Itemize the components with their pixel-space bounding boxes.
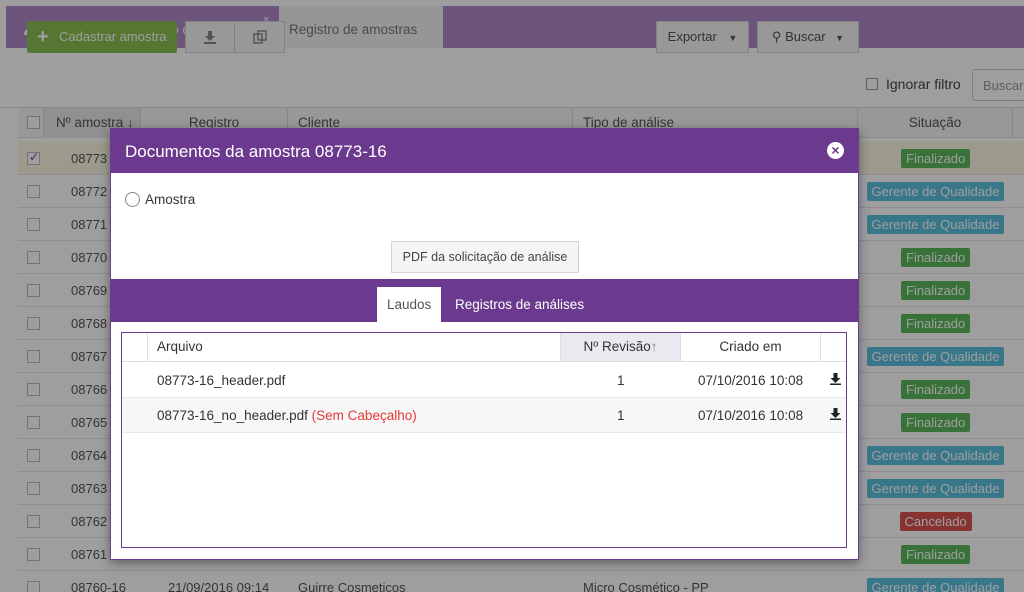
arquivo-filename: 08773-16_no_header.pdf xyxy=(157,408,308,423)
sem-cabecalho-tag: (Sem Cabeçalho) xyxy=(311,408,417,423)
arquivo-name: 08773-16_no_header.pdf (Sem Cabeçalho) xyxy=(157,408,417,423)
pdf-solicitacao-button[interactable]: PDF da solicitação de análise xyxy=(391,241,579,273)
laudos-grid: Arquivo Nº Revisão↑ Criado em 08773-16_h… xyxy=(121,332,847,548)
criado-value: 07/10/2016 10:08 xyxy=(698,408,804,423)
col-criado-em[interactable]: Criado em xyxy=(681,333,821,361)
grid-header: Arquivo Nº Revisão↑ Criado em xyxy=(122,333,846,362)
arquivo-name: 08773-16_header.pdf xyxy=(157,373,286,388)
amostra-radio-label: Amostra xyxy=(145,192,196,207)
revisao-value: 1 xyxy=(617,373,625,388)
revisao-value: 1 xyxy=(617,408,625,423)
tab-laudos[interactable]: Laudos xyxy=(377,287,441,322)
download-icon[interactable] xyxy=(830,373,841,385)
download-icon[interactable] xyxy=(830,408,841,420)
grid-row[interactable]: 08773-16_no_header.pdf (Sem Cabeçalho) 1… xyxy=(122,398,846,433)
grid-header-blank xyxy=(122,333,148,361)
modal-title: Documentos da amostra 08773-16 xyxy=(125,142,387,161)
grid-header-actions xyxy=(821,333,846,361)
documents-modal: Documentos da amostra 08773-16 × Amostra… xyxy=(110,128,859,560)
tab-registros-analises[interactable]: Registros de análises xyxy=(455,287,584,322)
sort-up-icon: ↑ xyxy=(650,339,658,354)
amostra-radio[interactable] xyxy=(125,192,140,207)
col-arquivo[interactable]: Arquivo xyxy=(148,333,561,361)
modal-tabs: Laudos Registros de análises xyxy=(111,279,858,322)
criado-value: 07/10/2016 10:08 xyxy=(698,373,804,388)
col-revisao-label: Nº Revisão xyxy=(583,339,651,354)
col-revisao[interactable]: Nº Revisão↑ xyxy=(561,333,681,361)
modal-header: Documentos da amostra 08773-16 × xyxy=(111,129,858,173)
grid-row[interactable]: 08773-16_header.pdf 1 07/10/2016 10:08 xyxy=(122,363,846,398)
close-icon[interactable]: × xyxy=(827,142,844,159)
